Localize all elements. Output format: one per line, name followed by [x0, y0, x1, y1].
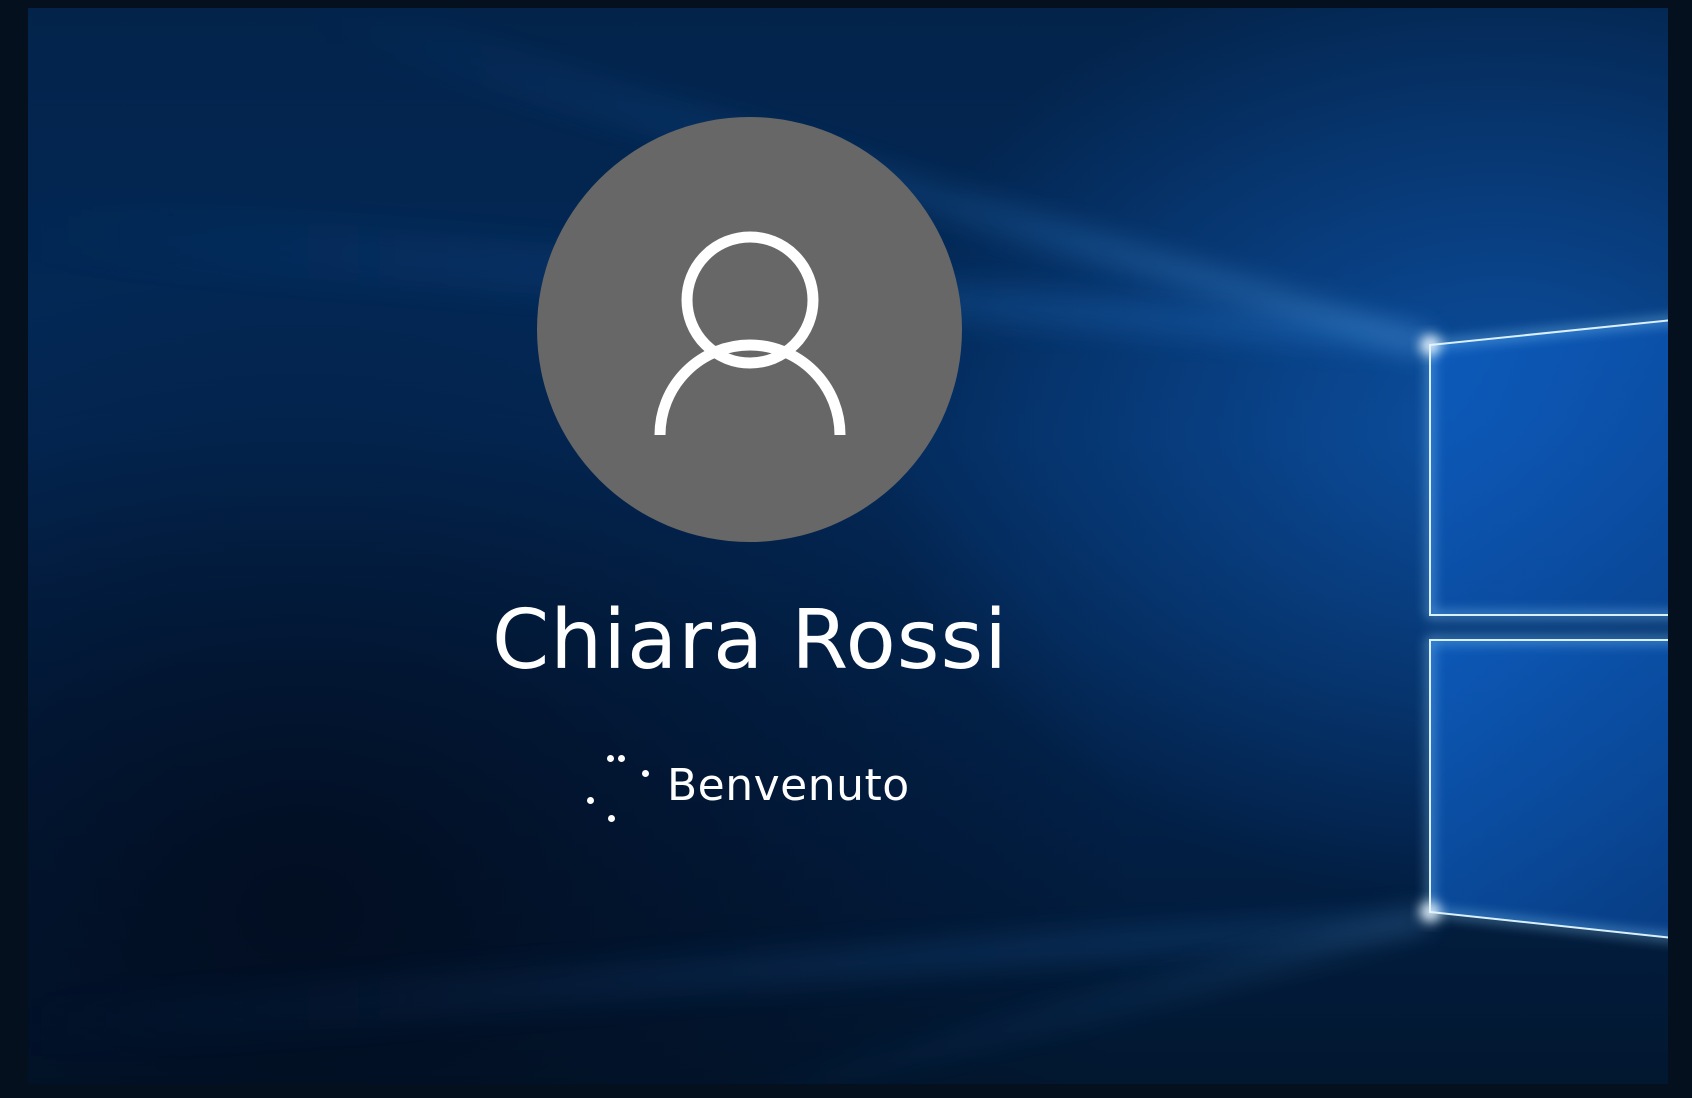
user-name: Chiara Rossi [492, 593, 1008, 688]
loading-dots-icon [580, 745, 655, 825]
user-silhouette-icon [654, 231, 845, 435]
status-text: Benvenuto [667, 759, 910, 811]
login-status: Benvenuto [580, 745, 910, 825]
user-avatar[interactable] [537, 117, 962, 542]
login-screen: Chiara Rossi Benvenuto [0, 0, 1692, 1098]
